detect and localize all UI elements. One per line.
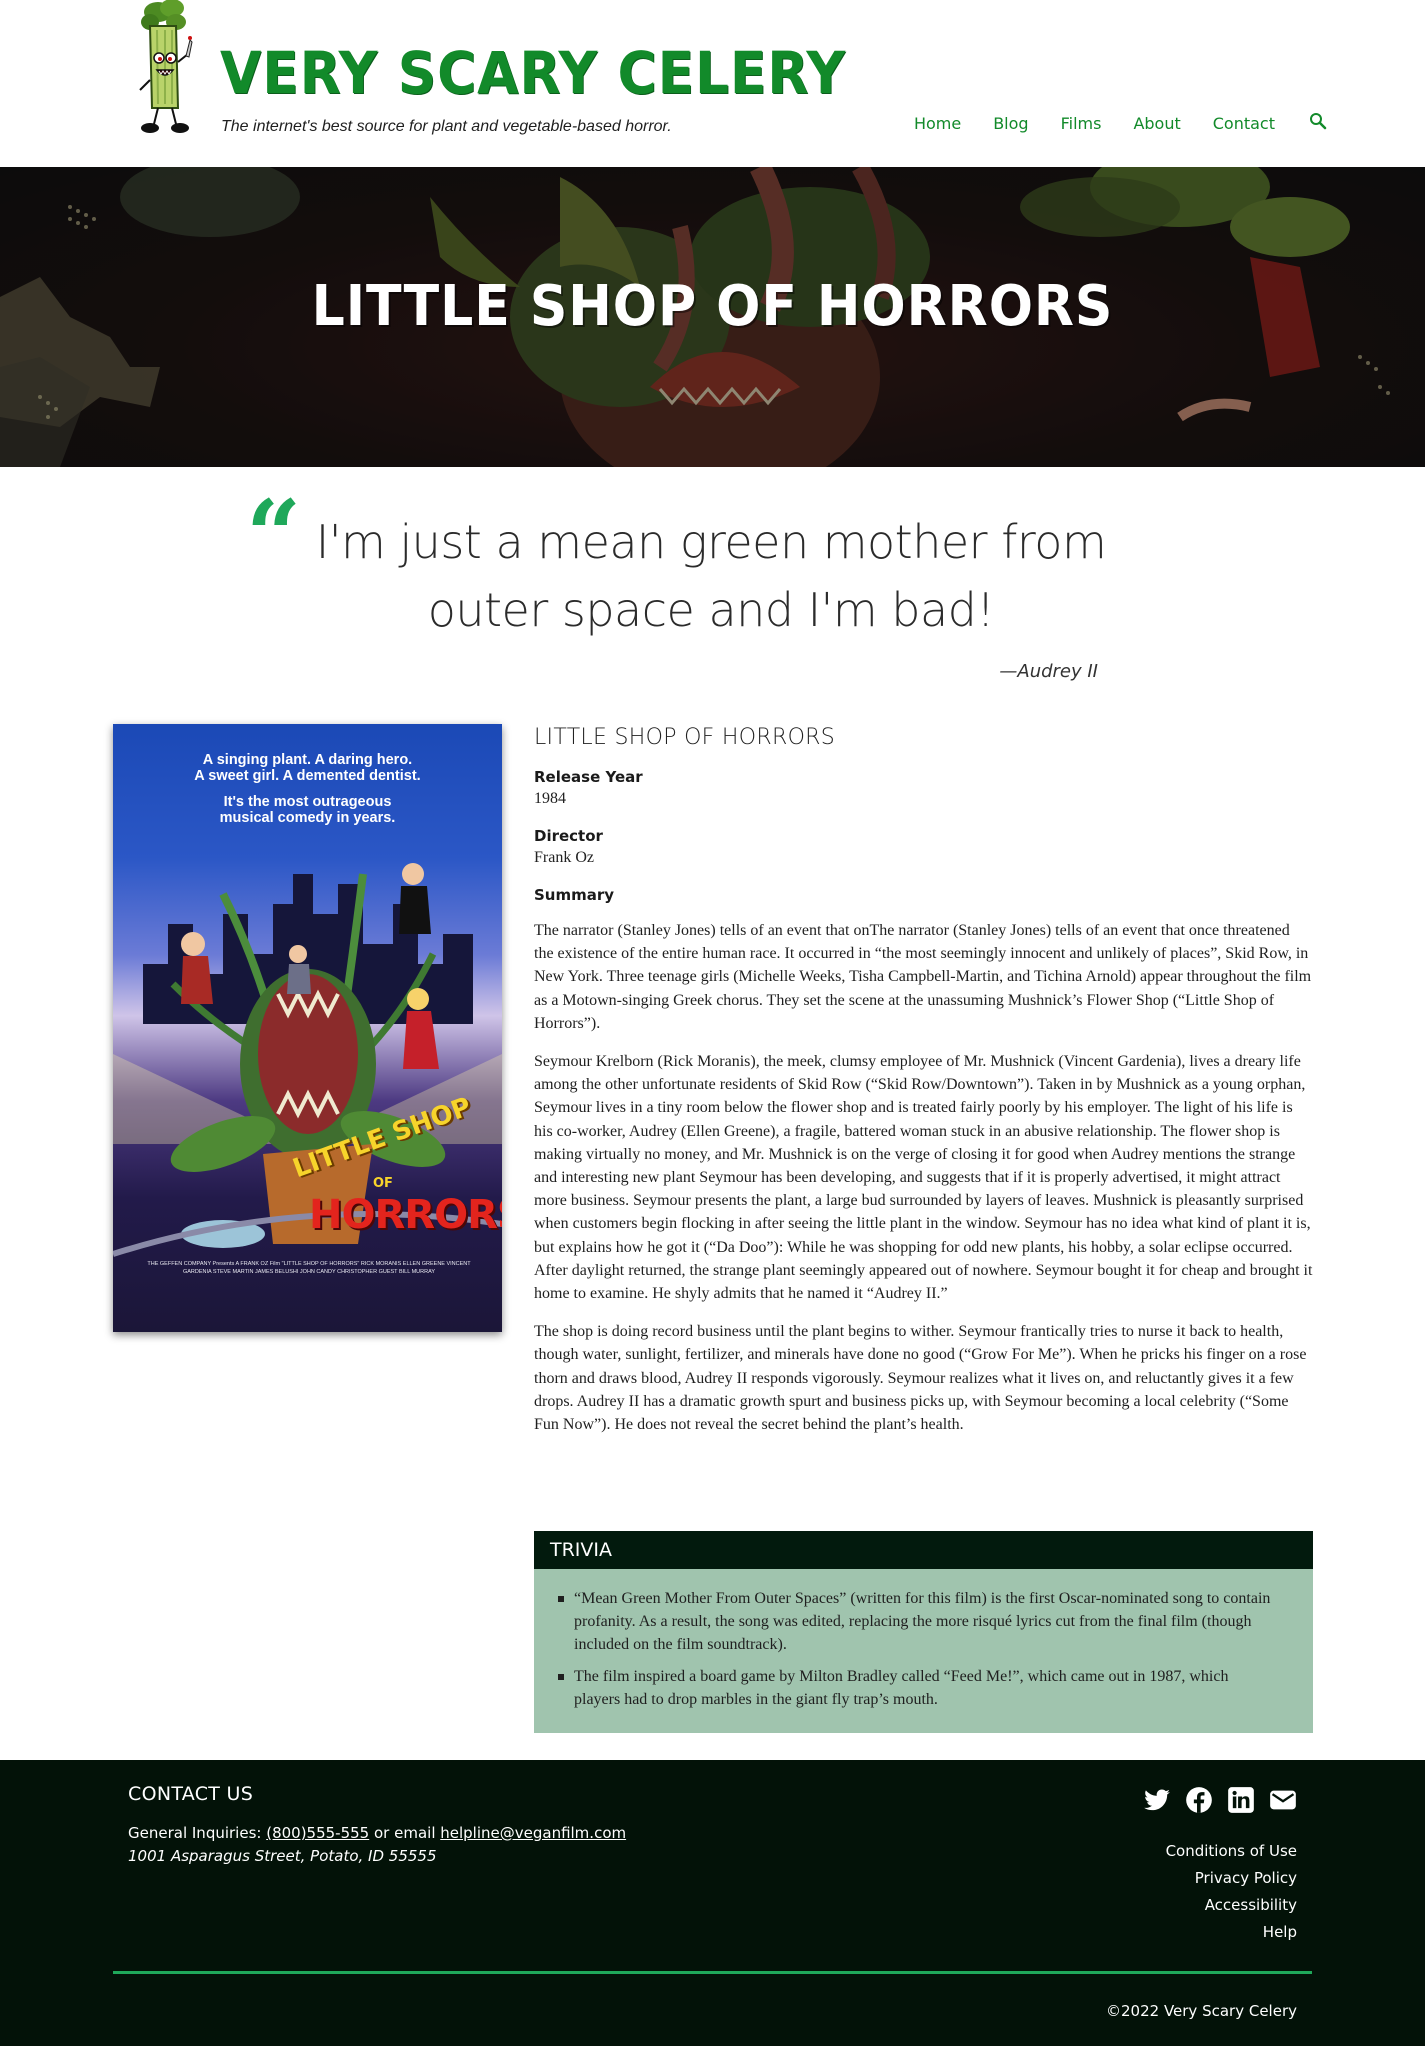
- trivia-list: “Mean Green Mother From Outer Spaces” (w…: [534, 1569, 1313, 1733]
- poster-credits: THE GEFFEN COMPANY Presents A FRANK OZ F…: [147, 1261, 471, 1275]
- release-year-value: 1984: [534, 790, 566, 807]
- trivia-item: “Mean Green Mother From Outer Spaces” (w…: [558, 1587, 1277, 1657]
- footer-link-help[interactable]: Help: [1166, 1919, 1297, 1946]
- summary-label: Summary: [534, 886, 615, 904]
- director-value: Frank Oz: [534, 849, 594, 866]
- site-tagline: The internet's best source for plant and…: [221, 118, 672, 135]
- social-links: [1129, 1786, 1297, 1814]
- poster-tagline-line-1: A singing plant. A daring hero.: [202, 752, 413, 768]
- hero-title: LITTLE SHOP OF HORRORS: [311, 274, 1114, 339]
- mail-icon[interactable]: [1269, 1786, 1297, 1814]
- poster-tagline-line-3: It's the most outrageous: [223, 794, 392, 810]
- quote-citation: —Audrey II: [999, 661, 1098, 682]
- poster-tagline-line-2: A sweet girl. A demented dentist.: [194, 768, 421, 784]
- celery-mascot-logo[interactable]: [128, 0, 212, 140]
- summary-paragraph-1: The narrator (Stanley Jones) tells of an…: [534, 922, 1312, 1032]
- trivia-heading: TRIVIA: [534, 1531, 1313, 1569]
- nav-blog[interactable]: Blog: [993, 114, 1028, 133]
- phone-link[interactable]: (800)555-555: [266, 1824, 369, 1842]
- site-header: VERY SCARY CELERY The internet's best so…: [0, 0, 1425, 167]
- movie-poster: A singing plant. A daring hero. A sweet …: [113, 724, 502, 1332]
- quote-mark-icon: “: [246, 479, 302, 592]
- summary-paragraph-2: Seymour Krelborn (Rick Moranis), the mee…: [534, 1053, 1313, 1303]
- footer-contact-heading: CONTACT US: [128, 1783, 254, 1805]
- trivia-item: The film inspired a board game by Milton…: [558, 1665, 1277, 1711]
- footer-links: Conditions of Use Privacy Policy Accessi…: [1166, 1838, 1297, 1946]
- facebook-icon[interactable]: [1185, 1786, 1213, 1814]
- poster-title-bottom: HORRORS: [309, 1192, 502, 1238]
- footer-inquiries: General Inquiries: (800)555-555 or email…: [128, 1824, 626, 1842]
- poster-title-mid: OF: [373, 1176, 393, 1191]
- twitter-icon[interactable]: [1143, 1786, 1171, 1814]
- site-logo-title[interactable]: VERY SCARY CELERY: [220, 44, 846, 102]
- footer-link-conditions[interactable]: Conditions of Use: [1166, 1838, 1297, 1865]
- search-icon[interactable]: [1309, 112, 1327, 130]
- footer-divider: [113, 1971, 1312, 1974]
- poster-tagline-1: A singing plant. A daring hero. A sweet …: [113, 752, 502, 784]
- nav-home[interactable]: Home: [914, 114, 961, 133]
- site-footer: CONTACT US General Inquiries: (800)555-5…: [0, 1760, 1425, 2046]
- film-title: LITTLE SHOP OF HORRORS: [534, 725, 836, 750]
- footer-link-privacy[interactable]: Privacy Policy: [1166, 1865, 1297, 1892]
- email-link[interactable]: helpline@veganfilm.com: [440, 1824, 626, 1842]
- nav-about[interactable]: About: [1133, 114, 1180, 133]
- footer-link-accessibility[interactable]: Accessibility: [1166, 1892, 1297, 1919]
- film-details: LITTLE SHOP OF HORRORS Release Year 1984…: [534, 724, 1313, 1436]
- nav-films[interactable]: Films: [1061, 114, 1102, 133]
- poster-tagline-2: It's the most outrageous musical comedy …: [113, 794, 502, 826]
- footer-copyright: ©2022 Very Scary Celery: [1106, 2002, 1297, 2020]
- footer-address: 1001 Asparagus Street, Potato, ID 55555: [128, 1847, 437, 1865]
- inquiries-mid: or email: [369, 1824, 441, 1842]
- summary-paragraph-3: The shop is doing record business until …: [534, 1323, 1307, 1434]
- inquiries-prefix: General Inquiries:: [128, 1824, 267, 1842]
- director-label: Director: [534, 827, 603, 845]
- linkedin-icon[interactable]: [1227, 1786, 1255, 1814]
- poster-tagline-line-4: musical comedy in years.: [219, 810, 396, 826]
- release-year-label: Release Year: [534, 768, 643, 786]
- featured-quote: I'm just a mean green mother from outer …: [315, 515, 1107, 637]
- main-nav: Home Blog Films About Contact: [882, 112, 1327, 133]
- trivia-box: TRIVIA “Mean Green Mother From Outer Spa…: [534, 1531, 1313, 1733]
- hero-banner: LITTLE SHOP OF HORRORS: [0, 167, 1425, 467]
- nav-contact[interactable]: Contact: [1213, 114, 1275, 133]
